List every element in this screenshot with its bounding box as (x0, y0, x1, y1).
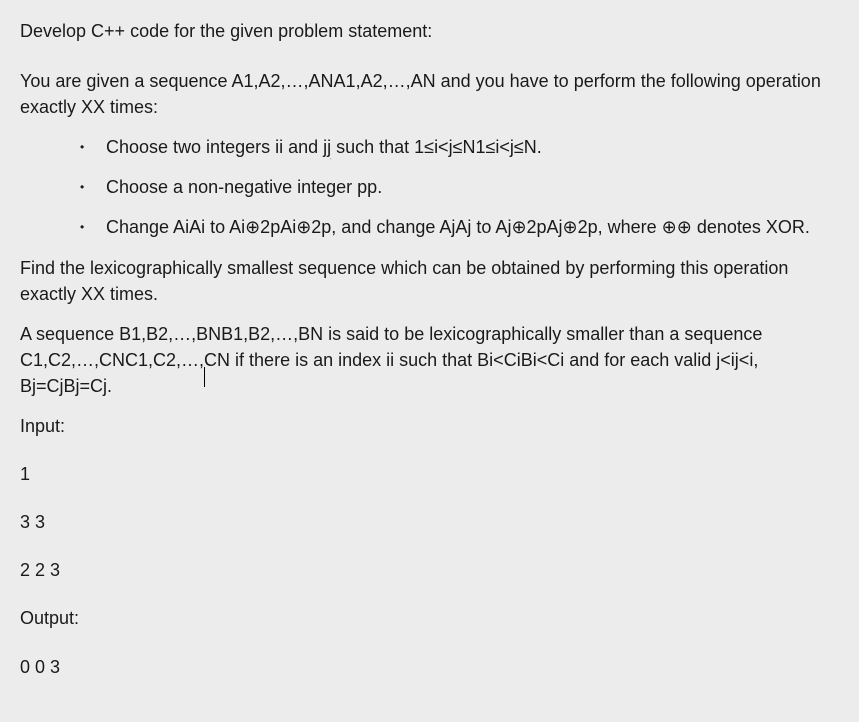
output-line: 0 0 3 (20, 654, 839, 680)
find-paragraph: Find the lexicographically smallest sequ… (20, 255, 839, 307)
bullet-text-part: such that 1≤i<j≤N1≤i<j≤N. (331, 137, 542, 157)
input-label: Input: (20, 413, 839, 439)
problem-title: Develop C++ code for the given problem s… (20, 18, 839, 44)
input-line: 2 2 3 (20, 557, 839, 583)
list-item: Choose a non-negative integer pp. (80, 174, 839, 200)
input-line: 3 3 (20, 509, 839, 535)
bullet-text-part: Choose two integers ii and (106, 137, 323, 157)
spellcheck-squiggle-jj: jj (323, 137, 331, 157)
input-line: 1 (20, 461, 839, 487)
list-item: Change AiAi to Ai⊕2pAi⊕2p, and change Aj… (80, 214, 839, 240)
document-page: Develop C++ code for the given problem s… (0, 0, 859, 722)
problem-description: You are given a sequence A1,A2,…,ANA1,A2… (20, 68, 839, 120)
list-item: Choose two integers ii and jj such that … (80, 134, 839, 160)
lexicographic-definition: A sequence B1,B2,…,BNB1,B2,…,BN is said … (20, 321, 839, 399)
output-label: Output: (20, 605, 839, 631)
operation-list: Choose two integers ii and jj such that … (20, 134, 839, 240)
